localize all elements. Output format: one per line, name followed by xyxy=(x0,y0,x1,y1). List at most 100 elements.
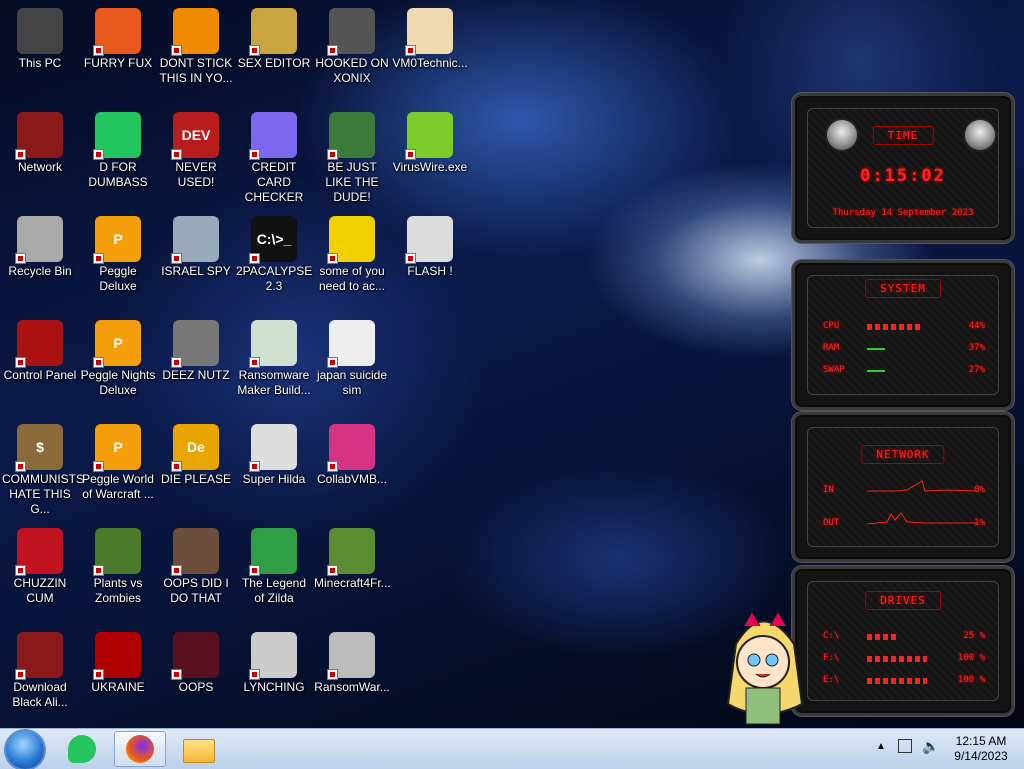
desktop-icon[interactable]: CollabVMB... xyxy=(312,416,392,487)
app-icon xyxy=(15,216,63,264)
network-tray-icon[interactable] xyxy=(898,739,912,753)
taskbar-app-green[interactable] xyxy=(58,731,110,767)
desktop-icon-label: Peggle World of Warcraft ... xyxy=(82,472,154,501)
taskbar-clock[interactable]: 12:15 AM 9/14/2023 xyxy=(946,734,1016,764)
system-row-ram: RAM 37% xyxy=(823,343,985,353)
desktop-icon[interactable]: DONT STICK THIS IN YO... xyxy=(156,0,236,86)
desktop-icon[interactable]: VM0Technic... xyxy=(390,0,470,71)
desktop-icon[interactable]: P Peggle World of Warcraft ... xyxy=(78,416,158,502)
desktop-icon[interactable]: VirusWire.exe xyxy=(390,104,470,175)
date-display: Thursday 14 September 2023 xyxy=(832,208,974,218)
desktop-icon-label: Peggle Deluxe xyxy=(99,264,137,293)
drive-e-bar xyxy=(867,678,927,684)
desktop-icon-label: LYNCHING xyxy=(243,680,305,694)
desktop-icon[interactable]: LYNCHING xyxy=(234,624,314,695)
desktop-icon[interactable]: C:\>_ 2PACALYPSE 2.3 xyxy=(234,208,314,294)
network-title: NETWORK xyxy=(861,445,945,464)
desktop-icon-label: ISRAEL SPY xyxy=(161,264,231,278)
shortcut-arrow-icon xyxy=(327,45,338,56)
desktop-icon-label: HOOKED ON XONIX xyxy=(315,56,389,85)
desktop-icon[interactable]: some of you need to ac... xyxy=(312,208,392,294)
desktop-icon[interactable]: UKRAINE xyxy=(78,624,158,695)
desktop-icon[interactable]: FURRY FUX xyxy=(78,0,158,71)
character-sticker xyxy=(716,604,810,728)
cpu-bar xyxy=(867,324,920,330)
shortcut-arrow-icon xyxy=(327,565,338,576)
drive-row-e: E:\ 100 % xyxy=(823,675,985,685)
desktop-icon[interactable]: OOPS DID I DO THAT xyxy=(156,520,236,606)
desktop-icon[interactable]: Download Black Ali... xyxy=(0,624,80,710)
desktop-icon[interactable]: CHUZZIN CUM xyxy=(0,520,80,606)
desktop-icon-label: 2PACALYPSE 2.3 xyxy=(236,264,313,293)
desktop-icon[interactable]: Minecraft4Fr... xyxy=(312,520,392,591)
desktop-icon-label: Peggle Nights Deluxe xyxy=(80,368,156,397)
desktop-icon[interactable]: SEX EDITOR xyxy=(234,0,314,71)
network-out-graph xyxy=(867,512,977,525)
time-gadget: TIME 0:15:02 Thursday 14 September 2023 xyxy=(792,93,1014,243)
shortcut-arrow-icon xyxy=(327,461,338,472)
desktop-icon[interactable]: OOPS xyxy=(156,624,236,695)
app-icon xyxy=(327,112,375,160)
desktop-icon[interactable]: RansomWar... xyxy=(312,624,392,695)
shortcut-arrow-icon xyxy=(15,461,26,472)
desktop-icon[interactable]: ISRAEL SPY xyxy=(156,208,236,279)
folder-icon xyxy=(183,739,215,763)
show-hidden-icons[interactable]: ▲ xyxy=(876,741,886,752)
system-row-cpu: CPU 44% xyxy=(823,321,985,331)
desktop-icon-label: VM0Technic... xyxy=(392,56,468,70)
desktop-icon[interactable]: FLASH ! xyxy=(390,208,470,279)
desktop-icon[interactable]: BE JUST LIKE THE DUDE! xyxy=(312,104,392,205)
drives-title: DRIVES xyxy=(865,591,941,610)
desktop-icon[interactable]: This PC xyxy=(0,0,80,71)
app-icon xyxy=(15,528,63,576)
desktop-icon[interactable]: Super Hilda xyxy=(234,416,314,487)
shortcut-arrow-icon xyxy=(93,149,104,160)
desktop-icon-label: Recycle Bin xyxy=(8,264,72,278)
desktop-icon[interactable]: Network xyxy=(0,104,80,175)
volume-icon[interactable]: 🔈 xyxy=(922,738,939,755)
desktop-icon-label: Super Hilda xyxy=(242,472,306,486)
desktop-icon-label: CHUZZIN CUM xyxy=(13,576,67,605)
app-icon xyxy=(405,112,453,160)
desktop-icon[interactable]: japan suicide sim xyxy=(312,312,392,398)
desktop-icon-label: BE JUST LIKE THE DUDE! xyxy=(325,160,379,204)
clock-display: 0:15:02 xyxy=(860,166,946,186)
app-icon xyxy=(249,424,297,472)
desktop-icon[interactable]: Plants vs Zombies xyxy=(78,520,158,606)
desktop-icon[interactable]: Ransomware Maker Build... xyxy=(234,312,314,398)
network-gadget: NETWORK IN 0% OUT 1% xyxy=(792,412,1014,562)
app-icon: DEV xyxy=(171,112,219,160)
system-row-swap: SWAP 27% xyxy=(823,365,985,375)
desktop-icon-label: RansomWar... xyxy=(314,680,390,694)
desktop-icon[interactable]: DEV NEVER USED! xyxy=(156,104,236,190)
start-button[interactable] xyxy=(6,731,44,769)
desktop-icon[interactable]: DEEZ NUTZ xyxy=(156,312,236,383)
taskbar-explorer[interactable] xyxy=(172,731,224,767)
taskbar-firefox[interactable] xyxy=(114,731,166,767)
desktop-icon[interactable]: P Peggle Nights Deluxe xyxy=(78,312,158,398)
desktop-icon-label: OOPS xyxy=(178,680,214,694)
desktop-icon[interactable]: De DIE PLEASE xyxy=(156,416,236,487)
desktop-icon[interactable]: $ COMMUNISTS HATE THIS G... xyxy=(0,416,84,517)
app-icon xyxy=(405,8,453,56)
desktop-icon-label: FURRY FUX xyxy=(83,56,153,70)
shortcut-arrow-icon xyxy=(15,149,26,160)
shortcut-arrow-icon xyxy=(249,253,260,264)
app-icon xyxy=(93,632,141,680)
desktop-icon[interactable]: Control Panel xyxy=(0,312,80,383)
app-icon xyxy=(93,112,141,160)
desktop-icon[interactable]: D FOR DUMBASS xyxy=(78,104,158,190)
desktop-icon[interactable]: CREDIT CARD CHECKER xyxy=(234,104,314,205)
taskbar-date: 9/14/2023 xyxy=(954,749,1008,763)
desktop-icon[interactable]: Recycle Bin xyxy=(0,208,80,279)
shortcut-arrow-icon xyxy=(93,461,104,472)
desktop-icon-label: DEEZ NUTZ xyxy=(162,368,230,382)
desktop-icon-label: D FOR DUMBASS xyxy=(88,160,148,189)
desktop-icon-label: Ransomware Maker Build... xyxy=(237,368,311,397)
app-icon xyxy=(327,528,375,576)
desktop-icon-label: CollabVMB... xyxy=(316,472,388,486)
chat-app-icon xyxy=(68,735,96,763)
desktop-icon[interactable]: The Legend of Zilda xyxy=(234,520,314,606)
desktop-icon[interactable]: HOOKED ON XONIX xyxy=(312,0,392,86)
desktop-icon[interactable]: P Peggle Deluxe xyxy=(78,208,158,294)
